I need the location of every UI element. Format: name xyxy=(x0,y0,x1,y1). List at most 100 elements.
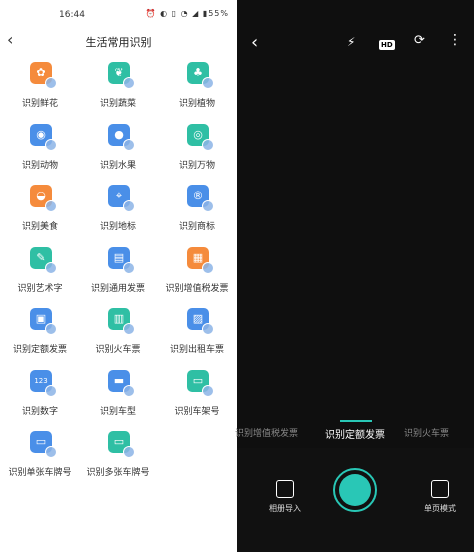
recognition-label: 识别蔬菜 xyxy=(99,99,136,109)
recognition-icon: ▨ xyxy=(187,308,214,335)
recognition-item[interactable]: ® 识别商标 xyxy=(157,185,237,245)
page-icon xyxy=(431,480,449,498)
active-mode-indicator xyxy=(340,420,372,422)
recognition-item[interactable]: ⌖ 识别地标 xyxy=(78,185,158,245)
recognition-label: 识别植物 xyxy=(178,99,215,109)
status-bar: 16:44 ⏰ ◐ ▯ ◔ ◢ ▮55% xyxy=(0,0,237,24)
camera-badge-icon xyxy=(123,77,135,89)
camera-badge-icon xyxy=(123,446,135,458)
mode-vat-invoice[interactable]: 识别增值税发票 xyxy=(235,426,298,439)
recognition-item[interactable]: ◎ 识别万物 xyxy=(157,123,237,184)
recognition-item[interactable]: ● 识别水果 xyxy=(78,123,158,184)
recognition-label: 识别数字 xyxy=(21,406,58,417)
camera-back-icon[interactable]: ‹ xyxy=(251,32,258,53)
camera-badge-icon xyxy=(202,200,214,212)
camera-badge-icon xyxy=(202,77,214,89)
recognition-icon: ▥ xyxy=(108,308,135,335)
recognition-icon: ◎ xyxy=(187,123,214,151)
recognition-label: 识别车型 xyxy=(99,406,136,417)
recognition-icon: ▤ xyxy=(108,246,135,274)
mode-train-ticket[interactable]: 识别火车票 xyxy=(404,426,449,439)
recognition-item[interactable]: ▬ 识别车型 xyxy=(78,369,158,430)
recognition-icon: ▭ xyxy=(187,369,214,397)
shutter-button[interactable] xyxy=(333,468,377,512)
flash-icon[interactable]: ⚡ xyxy=(347,35,355,49)
recognition-item[interactable]: ▥ 识别火车票 xyxy=(78,308,158,368)
recognition-item[interactable]: ♣ 识别植物 xyxy=(157,62,237,122)
mode-selector: 识别增值税发票 识别定额发票 识别火车票 xyxy=(235,420,474,444)
hd-label: HD xyxy=(379,40,395,50)
recognition-icon: ♣ xyxy=(187,62,214,89)
camera-badge-icon xyxy=(45,261,57,274)
camera-badge-icon xyxy=(123,323,135,335)
recognition-item[interactable]: ◒ 识别美食 xyxy=(0,185,80,245)
recognition-icon: ⌖ xyxy=(108,185,135,212)
status-icons: ⏰ ◐ ▯ ◔ ◢ ▮55% xyxy=(145,9,229,18)
recognition-item[interactable]: ▦ 识别增值税发票 xyxy=(157,246,237,307)
camera-badge-icon xyxy=(123,261,135,274)
album-import-label: 相册导入 xyxy=(269,504,301,513)
recognition-label: 识别通用发票 xyxy=(90,283,145,294)
album-import-button[interactable]: 相册导入 xyxy=(260,480,310,514)
recognition-label: 识别万物 xyxy=(178,160,215,171)
recognition-icon: ▦ xyxy=(187,246,214,274)
recognition-icon: ◒ xyxy=(30,185,57,212)
recognition-item[interactable]: ◉ 识别动物 xyxy=(0,123,80,184)
mode-quota-invoice[interactable]: 识别定额发票 xyxy=(325,426,385,441)
recognition-label: 识别艺术字 xyxy=(17,283,63,294)
recognition-item[interactable]: ▣ 识别定额发票 xyxy=(0,308,80,368)
recognition-icon: ✎ xyxy=(30,246,57,274)
recognition-label: 识别商标 xyxy=(178,222,215,232)
recognition-icon: ▭ xyxy=(108,431,135,458)
recognition-icon: ® xyxy=(187,185,214,212)
camera-badge-icon xyxy=(123,138,135,151)
recognition-item[interactable]: ✿ 识别鲜花 xyxy=(0,62,80,122)
recognition-label: 识别多张车牌号 xyxy=(86,468,150,478)
camera-badge-icon xyxy=(123,384,135,397)
recognition-icon: ▭ xyxy=(30,431,57,458)
camera-badge-icon xyxy=(45,138,57,151)
recognition-item[interactable]: ✎ 识别艺术字 xyxy=(0,246,80,307)
recognition-item[interactable]: ▭ 识别车架号 xyxy=(157,369,237,430)
switch-camera-icon[interactable]: ⟳ xyxy=(414,33,425,48)
recognition-item[interactable]: ▤ 识别通用发票 xyxy=(78,246,158,307)
shutter-inner xyxy=(339,474,371,506)
camera-badge-icon xyxy=(45,384,57,397)
battery-text: 55% xyxy=(208,9,229,18)
recognition-label: 识别水果 xyxy=(99,160,136,171)
camera-badge-icon xyxy=(45,446,57,458)
hd-toggle[interactable]: HD xyxy=(379,36,395,51)
recognition-label: 识别定额发票 xyxy=(12,345,67,355)
camera-badge-icon xyxy=(202,384,214,397)
recognition-label: 识别车架号 xyxy=(174,406,220,417)
recognition-icon: ❦ xyxy=(108,62,135,89)
recognition-item[interactable]: ▭ 识别多张车牌号 xyxy=(78,431,158,491)
recognition-icon: ✿ xyxy=(30,62,57,89)
recognition-icon: 123 xyxy=(30,369,57,397)
more-icon[interactable]: ⋮ xyxy=(448,32,462,48)
recognition-icon: ◉ xyxy=(30,123,57,151)
status-time: 16:44 xyxy=(59,10,85,20)
recognition-icon: ▣ xyxy=(30,308,57,335)
camera-badge-icon xyxy=(202,323,214,335)
recognition-item[interactable]: ▨ 识别出租车票 xyxy=(157,308,237,368)
camera-panel: ‹ ⚡ HD ⟳ ⋮ 识别增值税发票 识别定额发票 识别火车票 相册导入 单页模… xyxy=(235,0,474,552)
camera-bottom-bar: 相册导入 单页模式 xyxy=(237,448,474,552)
recognition-label: 识别美食 xyxy=(21,222,58,232)
camera-badge-icon xyxy=(45,200,57,212)
single-page-label: 单页模式 xyxy=(424,504,456,513)
camera-badge-icon xyxy=(202,261,214,274)
recognition-icon: ▬ xyxy=(108,369,135,397)
recognition-list-panel: 16:44 ⏰ ◐ ▯ ◔ ◢ ▮55% ‹ 生活常用识别 ✿ 识别鲜花 ❦ 识别蔬菜… xyxy=(0,0,237,552)
recognition-item[interactable]: 123 识别数字 xyxy=(0,369,80,430)
page-header: ‹ 生活常用识别 xyxy=(0,28,237,52)
recognition-icon: ● xyxy=(108,123,135,151)
recognition-label: 识别动物 xyxy=(21,160,58,171)
camera-badge-icon xyxy=(45,77,57,89)
camera-toolbar: ‹ ⚡ HD ⟳ ⋮ xyxy=(237,28,474,56)
recognition-label: 识别火车票 xyxy=(95,345,141,355)
image-icon xyxy=(276,480,294,498)
single-page-mode-button[interactable]: 单页模式 xyxy=(415,480,465,514)
recognition-item[interactable]: ▭ 识别单张车牌号 xyxy=(0,431,80,491)
recognition-item[interactable]: ❦ 识别蔬菜 xyxy=(78,62,158,122)
